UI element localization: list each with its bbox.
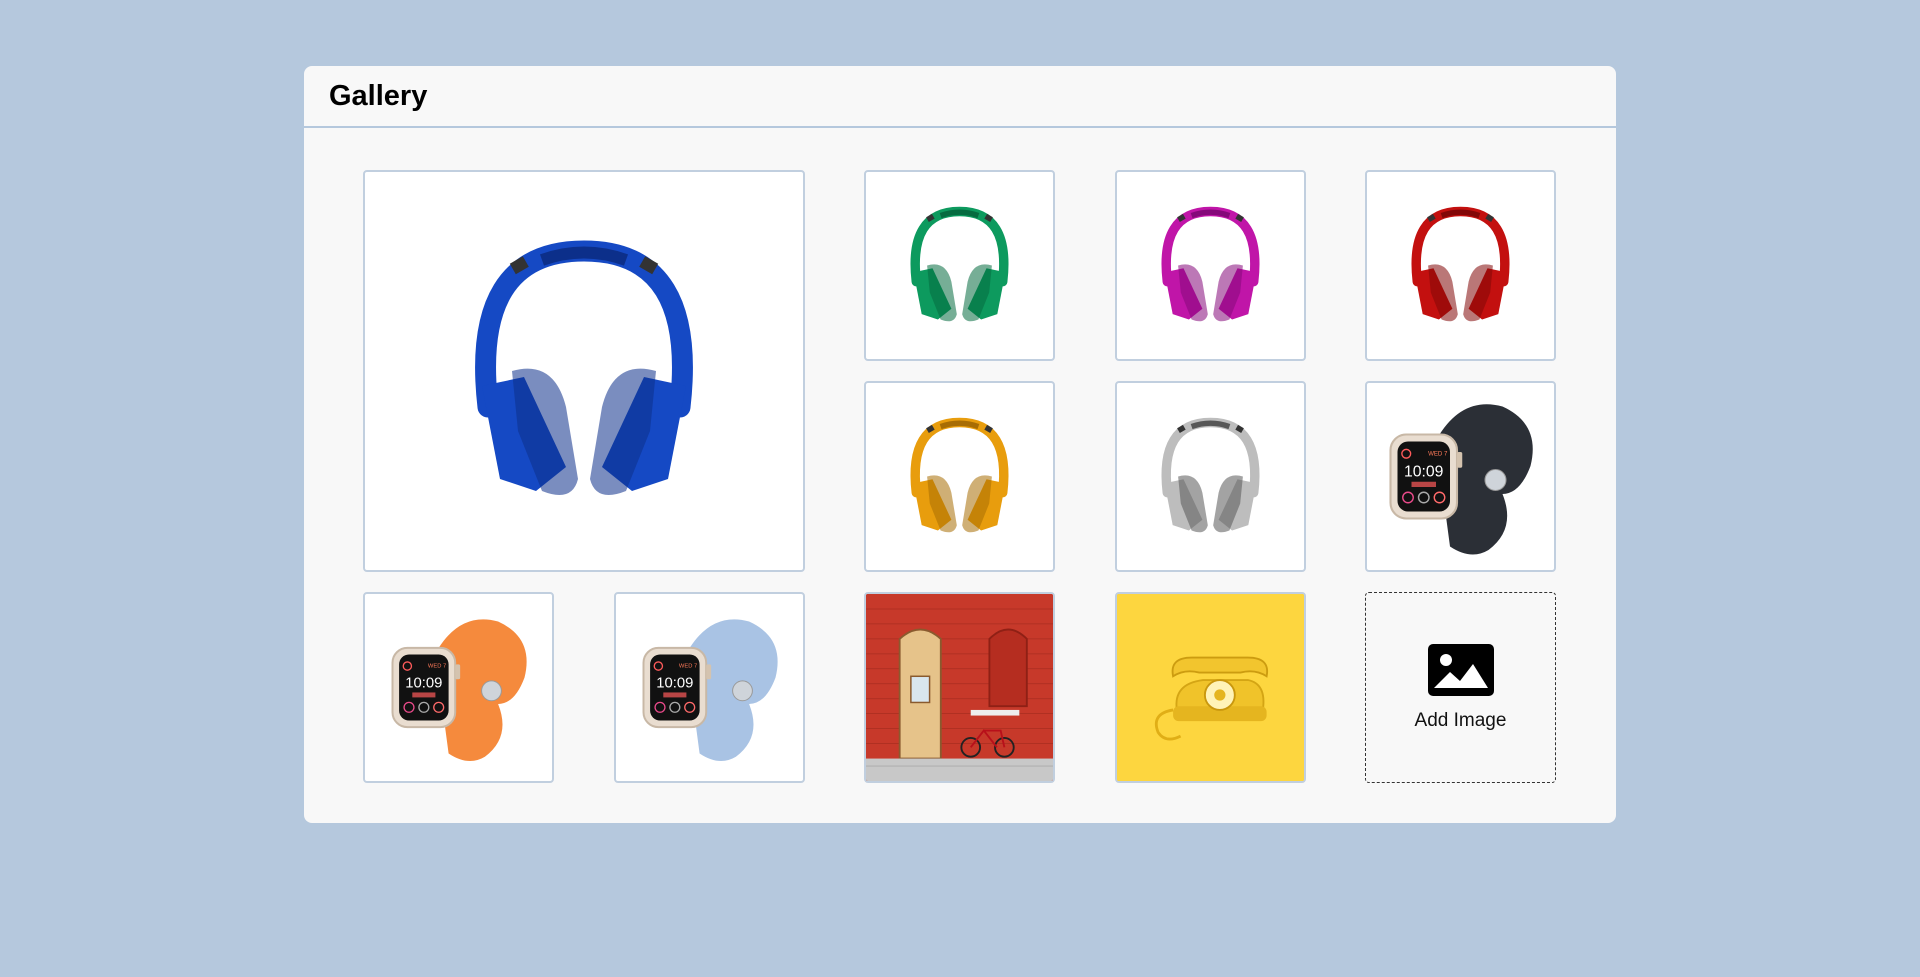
red-brick-door-image: [866, 594, 1053, 781]
image-grid: 10:09 WED 7 10:09 WED 7 10:09 WED 7 Add …: [363, 170, 1556, 783]
svg-text:WED 7: WED 7: [1428, 451, 1448, 458]
svg-text:10:09: 10:09: [1404, 464, 1444, 481]
red-headphones-image: [1411, 206, 1510, 322]
svg-text:WED 7: WED 7: [678, 664, 696, 670]
gallery-tile[interactable]: [1365, 170, 1556, 361]
black-band-watch-image: 10:09 WED 7: [1389, 404, 1533, 555]
svg-text:WED 7: WED 7: [428, 664, 446, 670]
gallery-tile-featured[interactable]: [363, 170, 805, 572]
gallery-tile[interactable]: [864, 381, 1055, 572]
magenta-headphones-image: [1161, 206, 1259, 322]
page-title: Gallery: [329, 79, 428, 112]
gallery-card: Gallery 10:09 WED 7 10:09 WED 7 10:09 WED 7: [304, 66, 1616, 823]
svg-text:10:09: 10:09: [656, 676, 693, 692]
gallery-tile[interactable]: [1114, 381, 1306, 572]
image-icon: [1427, 643, 1494, 696]
green-headphones-image: [910, 206, 1009, 322]
blue-headphones-image: [474, 240, 693, 495]
svg-text:10:09: 10:09: [405, 676, 442, 692]
orange-headphones-image: [910, 417, 1009, 533]
yellow-telephone-image: [1116, 594, 1304, 781]
gallery-tile[interactable]: 10:09 WED 7: [613, 592, 805, 783]
gallery-tile[interactable]: 10:09 WED 7: [1365, 381, 1556, 572]
gallery-tile[interactable]: [1114, 170, 1306, 361]
blue-band-watch-image: 10:09 WED 7: [642, 619, 778, 762]
add-image-button[interactable]: Add Image: [1365, 592, 1556, 783]
add-image-label: Add Image: [1414, 709, 1507, 731]
gallery-tile[interactable]: [864, 592, 1055, 783]
gallery-header: Gallery: [304, 66, 1616, 128]
silver-headphones-image: [1161, 417, 1259, 533]
orange-band-watch-image: 10:09 WED 7: [391, 619, 527, 762]
gallery-tile[interactable]: [1114, 592, 1306, 783]
gallery-tile[interactable]: 10:09 WED 7: [363, 592, 554, 783]
gallery-tile[interactable]: [864, 170, 1055, 361]
